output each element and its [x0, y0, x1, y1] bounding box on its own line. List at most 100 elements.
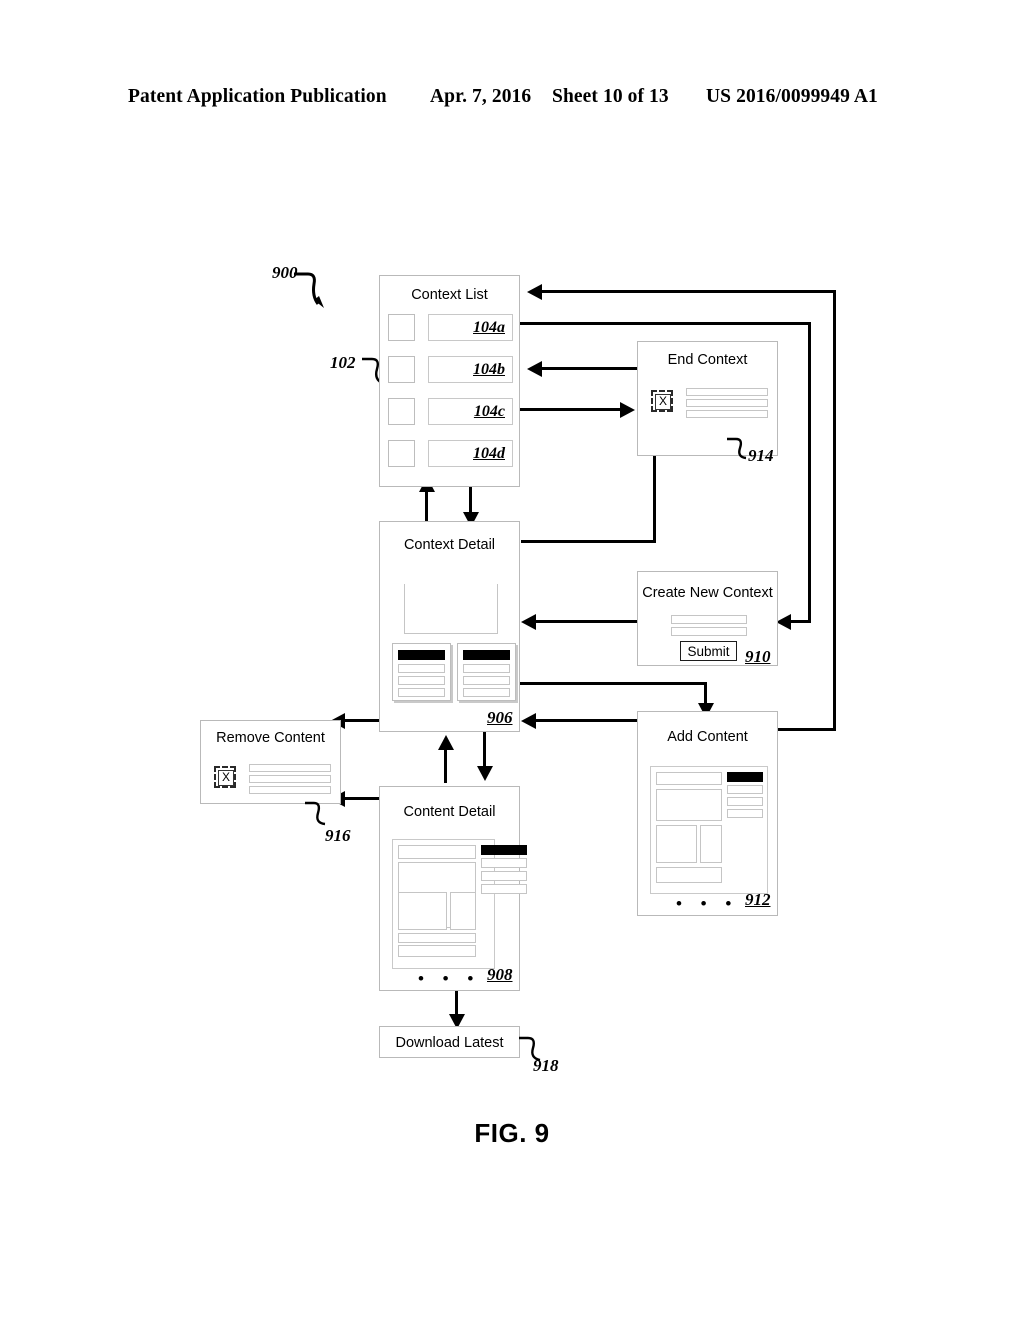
create-new-context-field-0[interactable]	[671, 615, 747, 624]
context-list-item-104b[interactable]: 104b	[428, 356, 513, 383]
panel-context-detail[interactable]: Context Detail	[379, 521, 520, 732]
arrowhead-contextdetail-bottom	[438, 735, 454, 750]
arrowhead-endcontext-left	[620, 402, 635, 418]
context-list-item-104c[interactable]: 104c	[428, 398, 513, 425]
remove-content-bar-0	[249, 764, 331, 772]
context-list-checkbox-1[interactable]	[388, 356, 415, 383]
add-content-ref-912: 912	[745, 890, 771, 909]
card-0-header-bar	[398, 650, 445, 660]
content-detail-mock-bottombar-1	[398, 945, 476, 957]
add-content-mock-side-row-0	[727, 785, 763, 794]
connector-contentdetail-to-contextdetail	[444, 745, 447, 783]
context-list-ref-102: 102	[330, 353, 356, 372]
connector-contextdetail-to-addcontent	[507, 682, 706, 685]
diagram-ref-900: 900	[272, 263, 298, 282]
connector-createnew-entry	[790, 620, 811, 623]
add-content-mock-side-header	[727, 772, 763, 782]
publication-label: Patent Application Publication	[128, 86, 387, 107]
remove-content-ref-leader	[305, 801, 326, 826]
connector-contextdetail-to-endcontext	[521, 540, 656, 543]
card-1-row-1	[463, 676, 510, 685]
content-detail-mock-frame	[392, 839, 527, 969]
context-detail-ref-906: 906	[487, 708, 513, 727]
content-detail-mock-side-row-2	[481, 884, 527, 894]
arrowhead-createnew-right	[776, 614, 791, 630]
panel-add-content[interactable]: Add Content • • •	[637, 711, 778, 916]
page-header: Patent Application Publication Apr. 7, 2…	[0, 86, 1024, 116]
end-context-ref-914: 914	[748, 446, 774, 465]
context-list-checkbox-3[interactable]	[388, 440, 415, 467]
context-list-checkbox-0[interactable]	[388, 314, 415, 341]
connector-endcontext-bottom-vertical	[653, 441, 656, 541]
submit-button[interactable]: Submit	[680, 641, 737, 661]
add-content-title: Add Content	[667, 729, 748, 745]
end-context-bar-0	[686, 388, 768, 396]
add-content-mock-side-row-1	[727, 797, 763, 806]
panel-remove-content[interactable]: Remove Content X	[200, 720, 341, 804]
content-detail-ref-908: 908	[487, 965, 513, 984]
connector-createnew-vertical	[808, 322, 811, 622]
panel-end-context[interactable]: End Context X	[637, 341, 778, 456]
content-detail-mock-side-header	[481, 845, 527, 855]
end-context-close-button[interactable]: X	[651, 390, 673, 412]
context-list-item-104d[interactable]: 104d	[428, 440, 513, 467]
close-icon: X	[218, 770, 234, 786]
connector-addcontent-to-contextlist-top	[541, 290, 836, 293]
content-detail-mock-topbar	[398, 845, 476, 859]
card-0-row-2	[398, 688, 445, 697]
card-1-row-2	[463, 688, 510, 697]
panel-download-latest[interactable]: Download Latest	[379, 1026, 520, 1058]
create-new-context-title: Create New Context	[642, 585, 773, 601]
end-context-bar-2	[686, 410, 768, 418]
context-detail-card-1[interactable]	[457, 643, 516, 701]
arrowhead-104b	[527, 361, 542, 377]
create-new-context-field-1[interactable]	[671, 627, 747, 636]
arrowhead-contextdetail-right-1	[521, 614, 536, 630]
content-detail-title: Content Detail	[403, 804, 496, 820]
content-detail-pagination-dots[interactable]: • • •	[418, 970, 480, 987]
create-new-context-ref-910: 910	[745, 647, 771, 666]
content-detail-mock-bottombar-0	[398, 933, 476, 943]
add-content-mock-topbar	[656, 772, 722, 785]
content-detail-mock-block-right	[450, 892, 476, 930]
figure-caption: FIG. 9	[474, 1118, 550, 1148]
download-latest-ref-918: 918	[533, 1056, 559, 1075]
context-list-item-104a[interactable]: 104a	[428, 314, 513, 341]
connector-addcontent-right-stub	[772, 728, 836, 731]
context-detail-preview-area	[404, 584, 498, 634]
add-content-mock-side-row-2	[727, 809, 763, 818]
remove-content-bar-2	[249, 786, 331, 794]
card-1-row-0	[463, 664, 510, 673]
content-detail-mock-block-left	[398, 892, 447, 930]
remove-content-close-button[interactable]: X	[214, 766, 236, 788]
connector-endcontext-to-104b	[541, 367, 637, 370]
end-context-title: End Context	[667, 352, 748, 368]
sheet-number: Sheet 10 of 13	[552, 86, 669, 107]
close-icon: X	[655, 394, 671, 410]
download-latest-title: Download Latest	[395, 1035, 504, 1051]
add-content-pagination-dots[interactable]: • • •	[676, 895, 738, 912]
add-content-mock-frame	[650, 766, 768, 894]
remove-content-ref-916: 916	[325, 826, 351, 845]
arrowhead-contentdetail-top	[477, 766, 493, 781]
arrowhead-contextlist-top	[527, 284, 542, 300]
arrowhead-contextdetail-right-2	[521, 713, 536, 729]
publication-date: Apr. 7, 2016	[430, 86, 532, 107]
add-content-mock-bottombar	[656, 867, 722, 883]
connector-104a-to-createnew	[519, 322, 811, 325]
panel-content-detail[interactable]: Content Detail • • •	[379, 786, 527, 991]
connector-contextdetail-to-removecontent	[344, 719, 379, 722]
card-0-row-1	[398, 676, 445, 685]
connector-addcontent-to-contextdetail	[535, 719, 638, 722]
context-detail-title: Context Detail	[403, 537, 496, 553]
add-content-mock-block-right	[700, 825, 722, 863]
remove-content-bar-1	[249, 775, 331, 783]
panel-context-list[interactable]: Context List 104a 104b 104c 104d	[379, 275, 520, 487]
patent-number: US 2016/0099949 A1	[706, 86, 878, 107]
content-detail-mock-side-row-0	[481, 858, 527, 868]
context-list-checkbox-2[interactable]	[388, 398, 415, 425]
end-context-bar-1	[686, 399, 768, 407]
connector-contentdetail-to-removecontent	[344, 797, 379, 800]
content-detail-mock-side-row-1	[481, 871, 527, 881]
context-detail-card-0[interactable]	[392, 643, 451, 701]
